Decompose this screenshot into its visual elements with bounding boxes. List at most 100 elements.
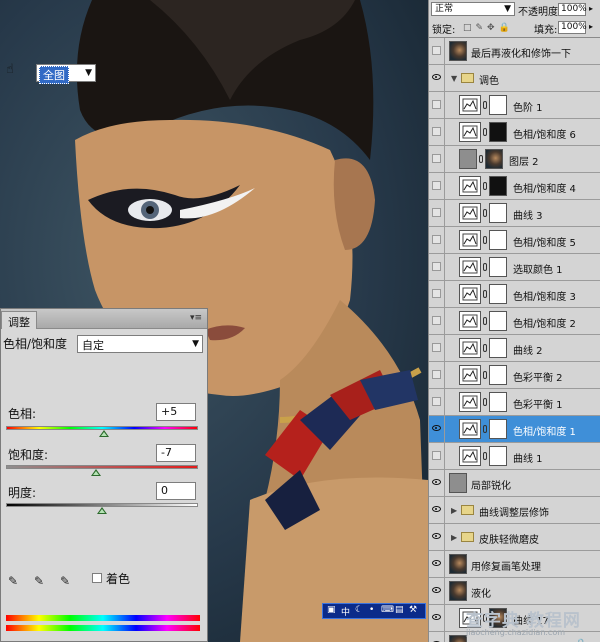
wrench-icon[interactable]: ⚒ [409, 605, 417, 615]
link-icon [483, 398, 487, 406]
layer-thumbnail [449, 635, 467, 642]
eyedropper-minus-icon[interactable]: ✎ [60, 574, 76, 590]
visibility-toggle[interactable] [429, 416, 445, 443]
layer-name: 色彩平衡 1 [513, 400, 563, 411]
layer-mask-thumbnail [489, 257, 507, 277]
eye-icon [432, 560, 441, 566]
layer-row[interactable]: 最后再液化和修饰一下 [429, 38, 600, 65]
layer-row[interactable]: 色相/饱和度 4 [429, 173, 600, 200]
tab-adjustments[interactable]: 调整 [1, 311, 37, 329]
visibility-toggle[interactable] [429, 362, 445, 389]
adjustments-tabbar: 调整 ▾≡ [1, 309, 207, 329]
lightness-input[interactable]: 0 [156, 482, 196, 500]
layer-row[interactable]: ▶ 曲线调整层修饰 [429, 497, 600, 524]
visibility-toggle[interactable] [429, 173, 445, 200]
ime-toolbar[interactable]: ▣ 中 ☾ • ⌨ ▤ ⚒ [322, 603, 426, 619]
layer-row[interactable]: 局部锐化 [429, 470, 600, 497]
layer-row[interactable]: ▼ 调色 [429, 65, 600, 92]
visibility-toggle[interactable] [429, 605, 445, 632]
lock-options-icons[interactable]: □✎✥🔒 [463, 23, 514, 33]
menu-icon[interactable]: ▤ [395, 605, 404, 615]
layer-mask-thumbnail [489, 203, 507, 223]
layer-mask-thumbnail [489, 365, 507, 385]
eye-icon [432, 614, 441, 620]
visibility-toggle[interactable] [429, 65, 445, 92]
visibility-toggle[interactable] [429, 200, 445, 227]
layer-row[interactable]: 图层 2 [429, 146, 600, 173]
eyedropper-plus-icon[interactable]: ✎ [34, 574, 50, 590]
visibility-toggle[interactable] [429, 578, 445, 605]
layer-row[interactable]: 色相/饱和度 1 [429, 416, 600, 443]
preset-select[interactable]: 自定 ▼ [77, 335, 203, 353]
layer-row[interactable]: 曲线 3 [429, 200, 600, 227]
visibility-toggle[interactable] [429, 389, 445, 416]
layer-row[interactable]: 色阶 1 [429, 92, 600, 119]
visibility-toggle[interactable] [429, 497, 445, 524]
visibility-toggle[interactable] [429, 443, 445, 470]
link-icon [483, 290, 487, 298]
hue-input[interactable]: +5 [156, 403, 196, 421]
saturation-slider-thumb[interactable] [91, 469, 102, 476]
layer-row[interactable]: 曲线 2 [429, 335, 600, 362]
visibility-toggle[interactable] [429, 281, 445, 308]
fill-input[interactable]: 100% [558, 21, 587, 34]
checkbox-box[interactable] [92, 573, 102, 583]
punctuation-icon[interactable]: • [369, 605, 374, 615]
eyedropper-icon[interactable]: ✎ [8, 574, 24, 590]
saturation-input[interactable]: -7 [156, 444, 196, 462]
layer-row[interactable]: 色彩平衡 2 [429, 362, 600, 389]
hsl-adjustment-icon [459, 122, 481, 142]
visibility-toggle[interactable] [429, 632, 445, 642]
hue-spectrum-top [6, 615, 200, 621]
visibility-toggle[interactable] [429, 119, 445, 146]
visibility-toggle[interactable] [429, 92, 445, 119]
layer-row[interactable]: 曲线 1 [429, 443, 600, 470]
keyboard-icon[interactable]: ⌨ [381, 605, 394, 615]
visibility-toggle[interactable] [429, 470, 445, 497]
hue-slider-thumb[interactable] [98, 430, 109, 437]
layer-row[interactable]: ▶ 皮肤轻微磨皮 [429, 524, 600, 551]
layer-name: 皮肤轻微磨皮 [479, 535, 539, 546]
visibility-toggle[interactable] [429, 254, 445, 281]
layer-row[interactable]: 色相/饱和度 6 [429, 119, 600, 146]
adjustments-panel: 调整 ▾≡ 色相/饱和度 自定 ▼ [0, 308, 208, 642]
channel-select[interactable]: 全图 ▼ [36, 64, 96, 84]
layer-row[interactable]: 液化 [429, 578, 600, 605]
visibility-toggle[interactable] [429, 308, 445, 335]
ime-chinese-label[interactable]: 中 [341, 605, 350, 618]
eye-icon [432, 587, 441, 593]
opacity-input[interactable]: 100% [558, 3, 587, 16]
layer-mask-thumbnail [489, 95, 507, 115]
layer-row[interactable]: 色相/饱和度 5 [429, 227, 600, 254]
layer-row[interactable]: 色彩平衡 1 [429, 389, 600, 416]
visibility-toggle[interactable] [429, 335, 445, 362]
layer-row[interactable]: 色相/饱和度 3 [429, 281, 600, 308]
visibility-toggle[interactable] [429, 146, 445, 173]
visibility-toggle[interactable] [429, 38, 445, 65]
opacity-arrow-icon[interactable]: ▸ [589, 4, 593, 13]
link-icon [483, 236, 487, 244]
targeted-adjust-hand-icon[interactable]: ☝ [6, 62, 24, 80]
blend-mode-select[interactable]: 正常 ▼ [431, 2, 515, 16]
eye-icon [432, 74, 441, 80]
channel-value: 全图 [39, 66, 69, 84]
layer-row[interactable]: 色相/饱和度 2 [429, 308, 600, 335]
visibility-toggle[interactable] [429, 524, 445, 551]
layer-mask-thumbnail [489, 122, 507, 142]
eye-icon [432, 425, 441, 431]
lightness-slider-thumb[interactable] [97, 507, 107, 514]
layer-name: 色相/饱和度 3 [513, 292, 576, 303]
hidden-eye-icon [432, 343, 441, 352]
fill-arrow-icon[interactable]: ▸ [589, 22, 593, 31]
curves-adjustment-icon [459, 338, 481, 358]
panel-menu-icon[interactable]: ▾≡ [189, 312, 203, 324]
saturation-slider-track[interactable] [6, 465, 198, 469]
layer-row[interactable]: 用修复画笔处理 [429, 551, 600, 578]
visibility-toggle[interactable] [429, 551, 445, 578]
hidden-eye-icon [432, 262, 441, 271]
visibility-toggle[interactable] [429, 227, 445, 254]
layer-row[interactable]: 选取颜色 1 [429, 254, 600, 281]
chevron-down-icon: ▼ [192, 339, 199, 349]
hsl-adjustment-icon [459, 176, 481, 196]
moon-icon[interactable]: ☾ [355, 605, 363, 615]
